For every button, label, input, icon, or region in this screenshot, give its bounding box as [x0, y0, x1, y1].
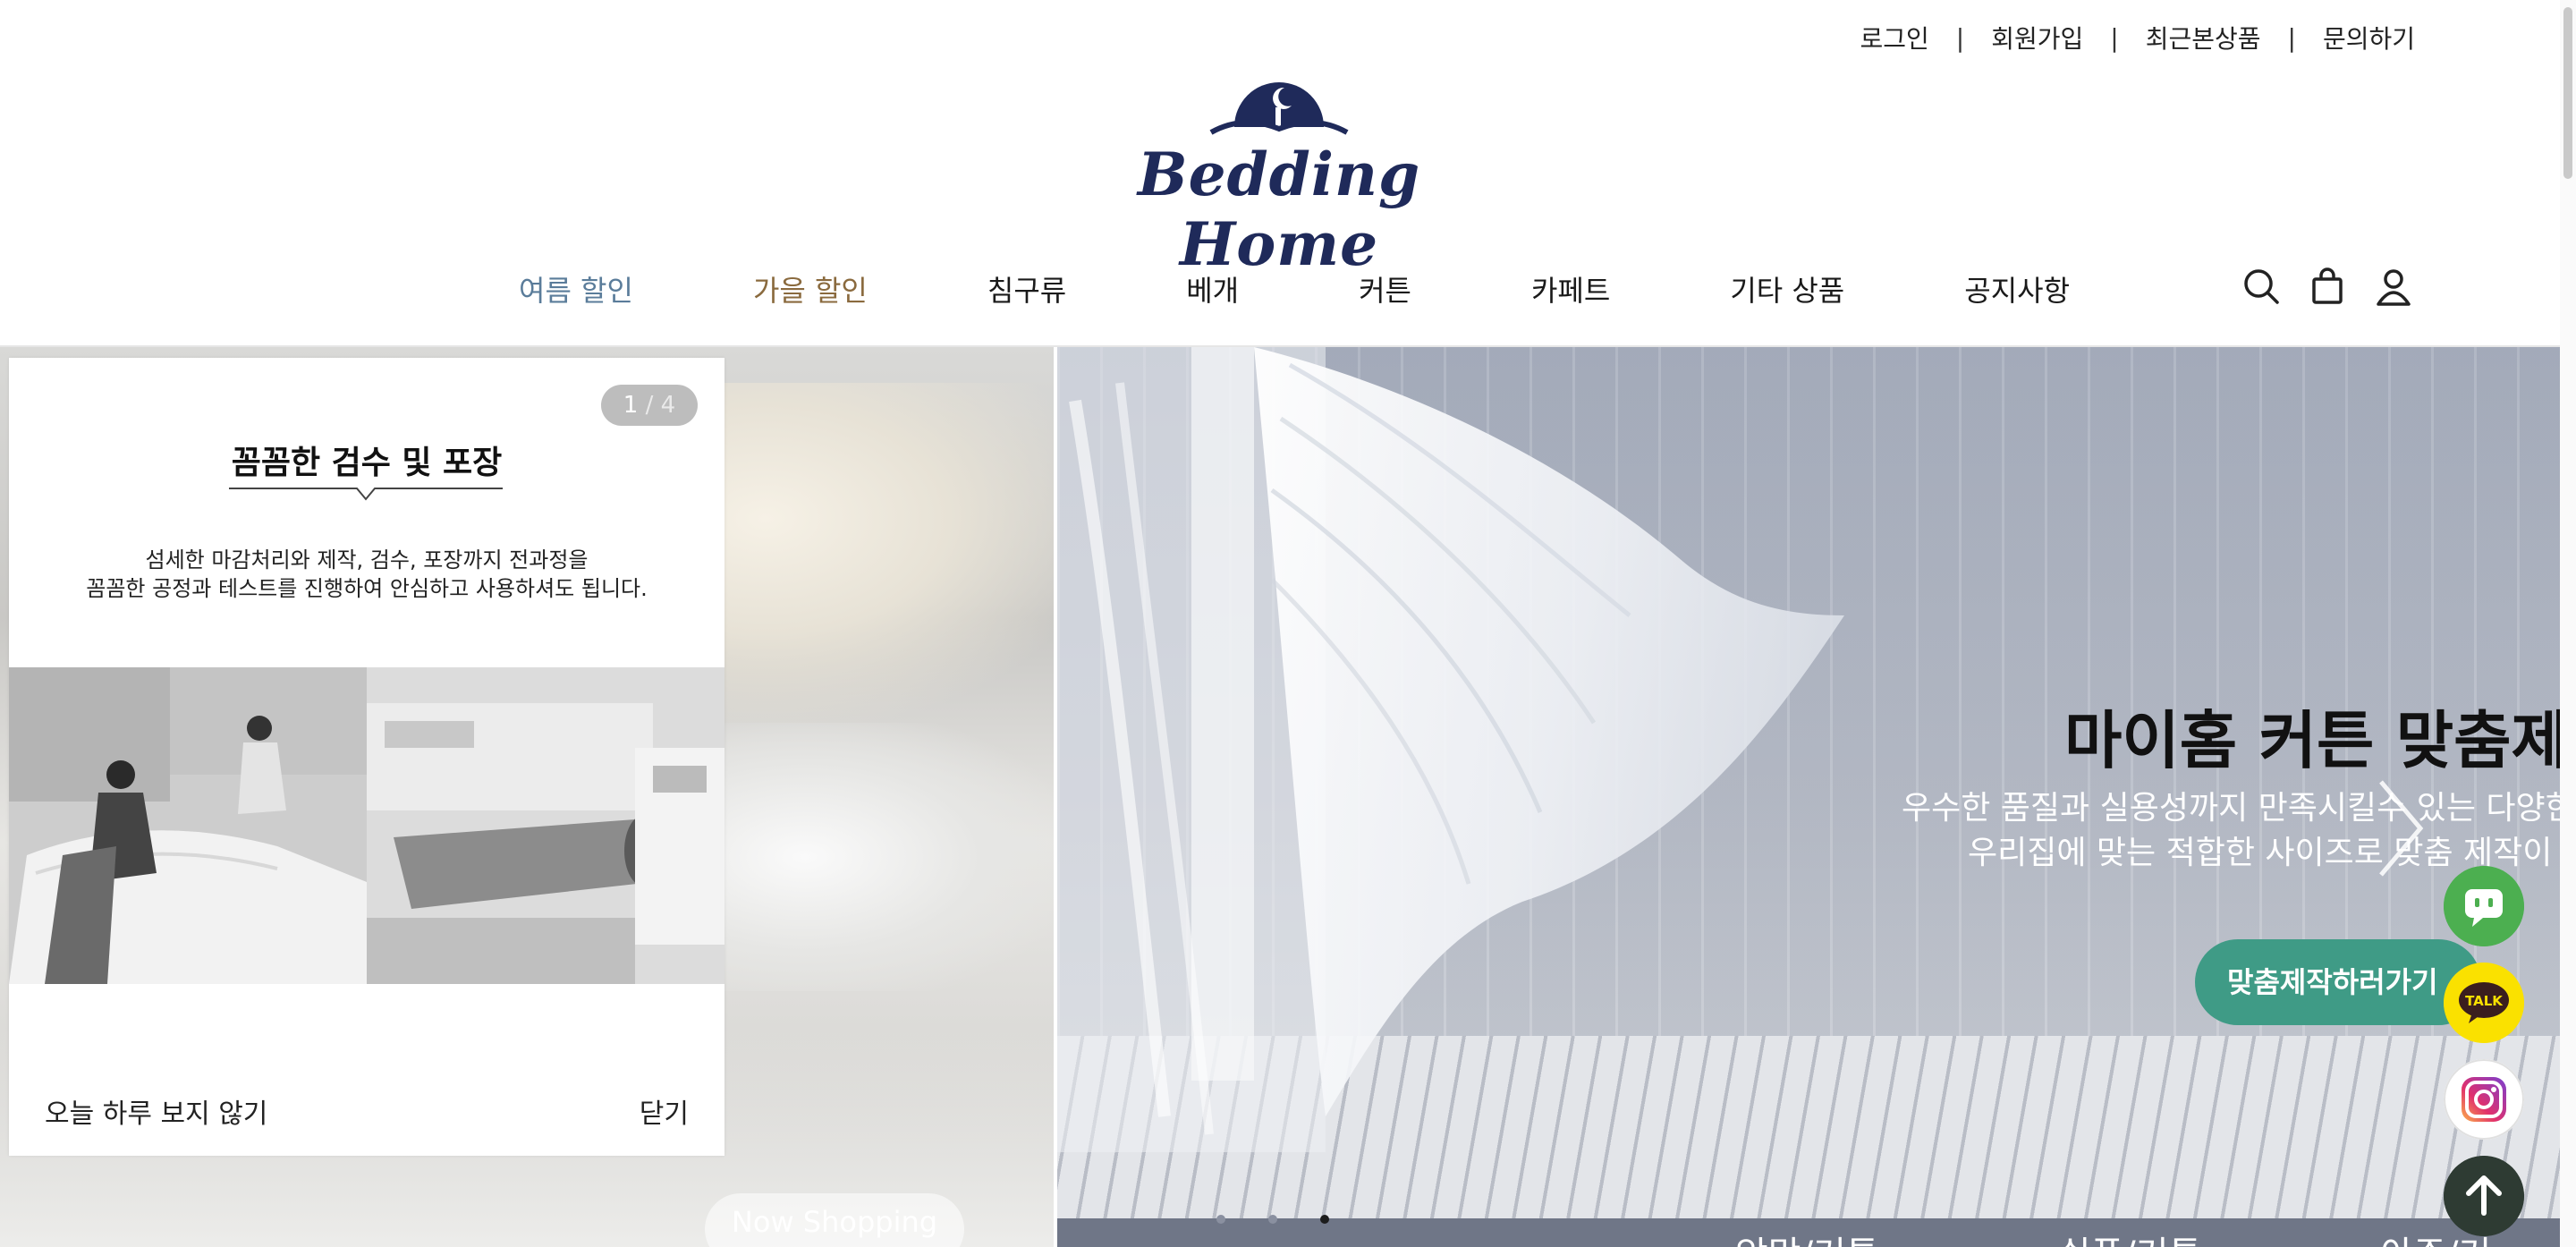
custom-order-button[interactable]: 맞춤제작하러가기 — [2195, 939, 2481, 1025]
slider-pagination — [1216, 1215, 1329, 1224]
utility-separator: | — [2287, 22, 2296, 53]
popup-footer: 오늘 하루 보지 않기 닫기 — [9, 1091, 724, 1138]
utility-separator: | — [1955, 22, 1965, 53]
nav-item-carpet[interactable]: 카페트 — [1531, 268, 1610, 310]
brand-name: Bedding Home — [1137, 140, 1421, 279]
hide-today-button[interactable]: 오늘 하루 보지 않기 — [45, 1091, 267, 1131]
slider-dot[interactable] — [1268, 1215, 1277, 1224]
popup-desc-line1: 섬세한 마감처리와 제작, 검수, 포장까지 전과정을 — [145, 547, 589, 573]
page-scrollbar[interactable] — [2560, 0, 2576, 1247]
kakaotalk-icon[interactable]: TALK — [2444, 963, 2524, 1043]
now-shopping-button[interactable]: Now Shopping — [705, 1193, 964, 1247]
login-link[interactable]: 로그인 — [1860, 20, 1929, 55]
nav-item-notice[interactable]: 공지사항 — [1964, 268, 2070, 310]
search-icon[interactable] — [2241, 267, 2281, 306]
inquiry-link[interactable]: 문의하기 — [2323, 20, 2415, 55]
utility-separator: | — [2110, 22, 2119, 53]
nav-item-other-products[interactable]: 기타 상품 — [1730, 268, 1844, 310]
hero-title: 마이홈 커튼 맞춤제 — [2064, 704, 2560, 777]
utility-bar: 로그인 | 회원가입 | 최근본상품 | 문의하기 — [1860, 20, 2416, 55]
page: 로그인 | 회원가입 | 최근본상품 | 문의하기 Bedding Home 여… — [0, 0, 2576, 1247]
nav-item-pillow[interactable]: 베개 — [1186, 268, 1239, 310]
header-icons — [2241, 267, 2413, 306]
signup-link[interactable]: 회원가입 — [1991, 20, 2083, 55]
category-tab-blackout[interactable]: 암막/커튼 — [1735, 1226, 1879, 1247]
hero-subtitle-line1: 우수한 품질과 실용성까지 만족시킬수 있는 다양한 — [1902, 790, 2575, 827]
popup-counter-separator: / — [645, 392, 654, 419]
category-tab-chiffon[interactable]: 쉬폰/커튼 — [2058, 1226, 2202, 1247]
slider-dot-active[interactable] — [1320, 1215, 1329, 1224]
title-underline — [229, 488, 503, 501]
close-button[interactable]: 닫기 — [640, 1091, 689, 1131]
chat-icon[interactable] — [2444, 866, 2524, 946]
hero-subtitle-line2: 우리집에 맞는 적합한 사이즈로 맞춤 제작이 — [1968, 835, 2553, 871]
cart-icon[interactable] — [2308, 267, 2347, 306]
popup-counter-total: 4 — [660, 392, 676, 419]
nav-item-autumn-sale[interactable]: 가을 할인 — [753, 268, 868, 310]
popup-title: 꼼꼼한 검수 및 포장 — [231, 445, 503, 481]
category-tabs: 암막/커튼 쉬폰/커튼 아주/커 — [1735, 1226, 2576, 1247]
talk-label: TALK — [2465, 993, 2504, 1009]
inspection-photo — [9, 667, 367, 984]
nav-item-bedding[interactable]: 침구류 — [987, 268, 1066, 310]
popup-desc-line2: 꼼꼼한 공정과 테스트를 진행하여 안심하고 사용하셔도 됩니다. — [86, 576, 648, 601]
user-icon[interactable] — [2374, 267, 2413, 306]
brand-logo[interactable]: Bedding Home — [1091, 75, 1467, 279]
curtain-image — [1057, 347, 1844, 1152]
popup-counter-current: 1 — [623, 392, 639, 419]
instagram-icon[interactable] — [2444, 1059, 2524, 1140]
logo-mark-icon — [1209, 82, 1349, 135]
machine-photo — [367, 667, 724, 984]
nav-item-summer-sale[interactable]: 여름 할인 — [519, 268, 633, 310]
nav-item-curtain[interactable]: 커튼 — [1359, 268, 1411, 310]
popup-description: 섬세한 마감처리와 제작, 검수, 포장까지 전과정을 꼼꼼한 공정과 테스트를… — [9, 546, 724, 603]
slider-next-arrow-icon[interactable] — [2374, 775, 2428, 882]
popup-counter: 1 / 4 — [601, 385, 698, 426]
notice-popup: 1 / 4 꼼꼼한 검수 및 포장 섬세한 마감처리와 제작, 검수, 포장까지… — [9, 358, 724, 1156]
scrollbar-thumb[interactable] — [2563, 7, 2572, 179]
main-nav: 여름 할인 가을 할인 침구류 베개 커튼 카페트 기타 상품 공지사항 — [519, 268, 2070, 310]
slider-dot[interactable] — [1216, 1215, 1225, 1224]
popup-photos — [9, 667, 724, 984]
recent-items-link[interactable]: 최근본상품 — [2146, 20, 2261, 55]
scroll-top-arrow-icon[interactable] — [2444, 1156, 2524, 1236]
